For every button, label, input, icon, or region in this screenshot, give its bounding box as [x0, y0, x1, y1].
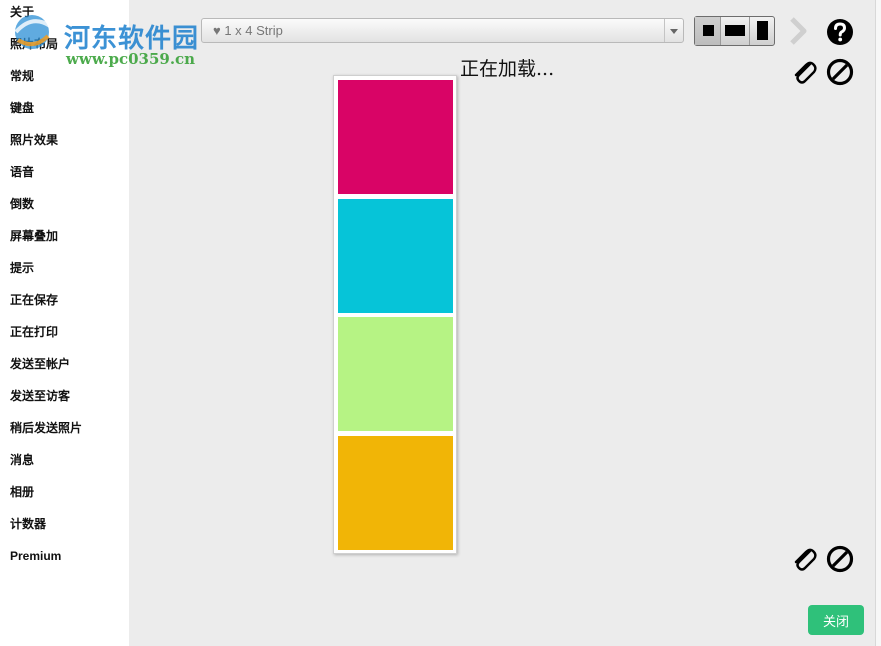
orientation-toggle-group	[694, 16, 775, 46]
photo-slot-3[interactable]	[338, 317, 453, 431]
sidebar-item-about[interactable]: 关于	[10, 4, 34, 20]
sidebar: 关于 照片布局 常规 键盘 照片效果 语音 倒数 屏幕叠加 提示 正在保存 正在…	[0, 0, 129, 646]
sidebar-item-counter[interactable]: 计数器	[10, 516, 46, 532]
no-entry-icon[interactable]	[826, 58, 854, 86]
sidebar-item-photo-layout[interactable]: 照片布局	[10, 36, 58, 52]
layout-dropdown-value: ♥ 1 x 4 Strip	[213, 23, 283, 38]
sidebar-item-tips[interactable]: 提示	[10, 260, 34, 276]
photo-slot-4[interactable]	[338, 436, 453, 550]
loading-text: 正在加载...	[460, 58, 555, 80]
sidebar-item-voice[interactable]: 语音	[10, 164, 34, 180]
sidebar-item-keyboard[interactable]: 键盘	[10, 100, 34, 116]
dropdown-arrow[interactable]	[664, 19, 683, 42]
close-button[interactable]: 关闭	[808, 605, 864, 635]
square-icon	[703, 25, 714, 36]
sidebar-item-printing[interactable]: 正在打印	[10, 324, 58, 340]
photo-slot-1[interactable]	[338, 80, 453, 194]
sidebar-item-general[interactable]: 常规	[10, 68, 34, 84]
no-entry-icon[interactable]	[826, 545, 854, 573]
sidebar-item-send-to-account[interactable]: 发送至帐户	[10, 356, 70, 372]
help-icon[interactable]	[826, 18, 854, 46]
photo-slot-2[interactable]	[338, 199, 453, 313]
sidebar-item-screen-overlay[interactable]: 屏幕叠加	[10, 228, 58, 244]
paperclip-icon[interactable]	[790, 58, 818, 86]
landscape-icon	[725, 25, 746, 36]
window-right-border	[875, 0, 881, 646]
sidebar-item-album[interactable]: 相册	[10, 484, 34, 500]
chevron-right-icon[interactable]	[787, 16, 811, 46]
paperclip-icon[interactable]	[790, 545, 818, 573]
sidebar-item-countdown[interactable]: 倒数	[10, 196, 34, 212]
photo-strip-preview	[333, 75, 457, 554]
sidebar-item-photo-effects[interactable]: 照片效果	[10, 132, 58, 148]
sidebar-item-saving[interactable]: 正在保存	[10, 292, 58, 308]
sidebar-item-messages[interactable]: 消息	[10, 452, 34, 468]
sidebar-item-send-to-guest[interactable]: 发送至访客	[10, 388, 70, 404]
chevron-down-icon	[670, 29, 678, 34]
square-orientation-button[interactable]	[695, 17, 721, 45]
portrait-icon	[756, 21, 768, 40]
sidebar-item-premium[interactable]: Premium	[10, 548, 61, 564]
layout-dropdown[interactable]: ♥ 1 x 4 Strip	[201, 18, 684, 43]
portrait-orientation-button[interactable]	[750, 17, 774, 45]
landscape-orientation-button[interactable]	[720, 17, 750, 45]
sidebar-item-send-later[interactable]: 稍后发送照片	[10, 420, 82, 436]
